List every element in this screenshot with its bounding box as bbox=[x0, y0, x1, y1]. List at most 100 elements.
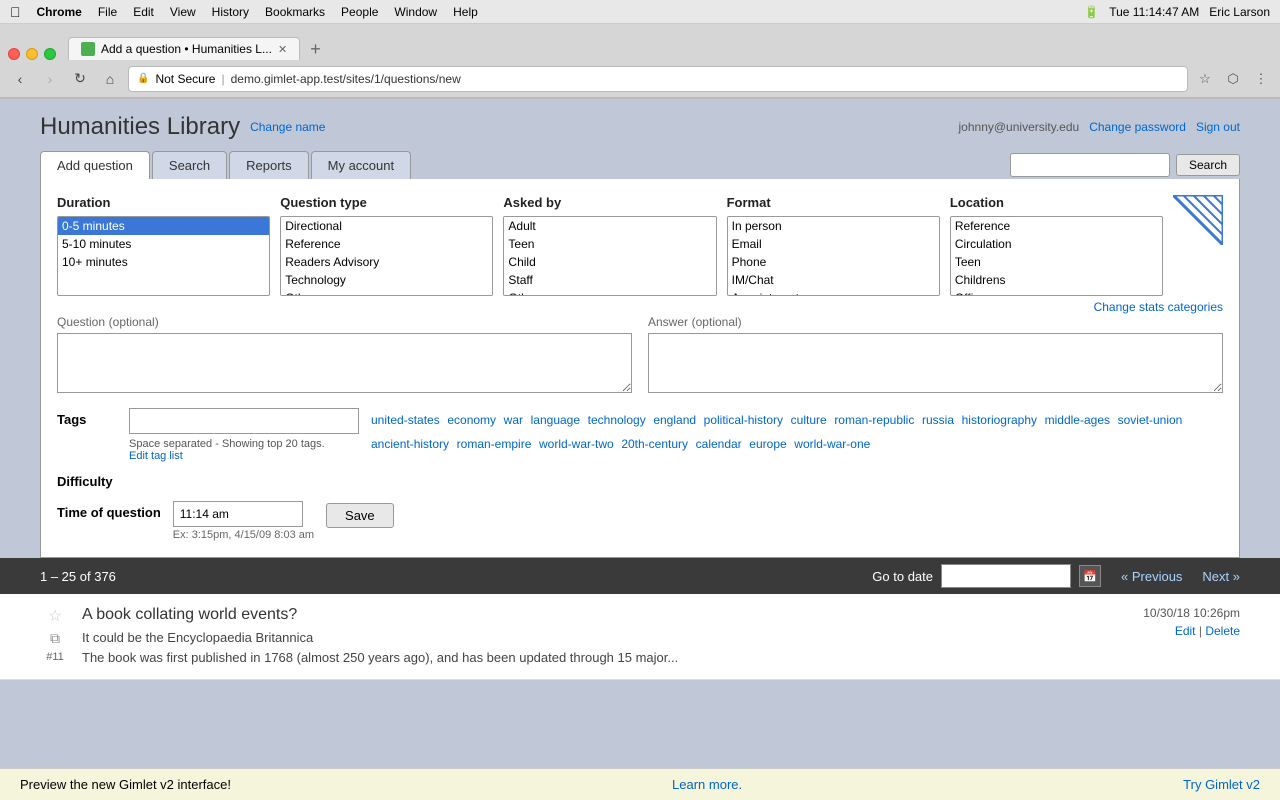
tag-language[interactable]: language bbox=[531, 413, 580, 427]
sign-out-link[interactable]: Sign out bbox=[1196, 120, 1240, 134]
menu-file[interactable]: File bbox=[98, 5, 117, 19]
qa-row: Question (optional) Answer (optional) bbox=[57, 314, 1223, 396]
menu-history[interactable]: History bbox=[212, 5, 249, 19]
tab-close-button[interactable]: ✕ bbox=[278, 43, 287, 56]
traffic-lights bbox=[8, 48, 56, 60]
tag-ancient-history[interactable]: ancient-history bbox=[371, 437, 449, 451]
location-listbox[interactable]: Reference Circulation Teen Childrens Off… bbox=[950, 216, 1163, 296]
asked-by-label: Asked by bbox=[503, 195, 716, 210]
format-listbox[interactable]: In person Email Phone IM/Chat Appointmen… bbox=[727, 216, 940, 296]
tag-united-states[interactable]: united-states bbox=[371, 413, 440, 427]
tag-20th-century[interactable]: 20th-century bbox=[621, 437, 688, 451]
app-header: Humanities Library Change name johnny@un… bbox=[0, 99, 1280, 179]
tab-search[interactable]: Search bbox=[152, 151, 227, 179]
tag-middle-ages[interactable]: middle-ages bbox=[1045, 413, 1110, 427]
change-stats-link[interactable]: Change stats categories bbox=[1094, 300, 1223, 314]
askedby-option-0: Adult bbox=[504, 217, 715, 235]
search-input[interactable] bbox=[1010, 153, 1170, 177]
tag-europe[interactable]: europe bbox=[749, 437, 786, 451]
reload-button[interactable]: ↻ bbox=[68, 67, 92, 91]
tab-add-question[interactable]: Add question bbox=[40, 151, 150, 179]
time-of-question-label: Time of question bbox=[57, 501, 161, 520]
search-button[interactable]: Search bbox=[1176, 154, 1240, 176]
menu-chrome[interactable]: Chrome bbox=[37, 5, 82, 19]
answer-textarea[interactable] bbox=[648, 333, 1223, 393]
menu-help[interactable]: Help bbox=[453, 5, 478, 19]
time-input[interactable] bbox=[173, 501, 303, 527]
edit-tag-list-link[interactable]: Edit tag list bbox=[129, 450, 183, 462]
duration-listbox[interactable]: 0-5 minutes 5-10 minutes 10+ minutes bbox=[57, 216, 270, 296]
asked-by-listbox[interactable]: Adult Teen Child Staff Other bbox=[503, 216, 716, 296]
time-example: Ex: 3:15pm, 4/15/09 8:03 am bbox=[173, 529, 314, 541]
menu-edit[interactable]: Edit bbox=[133, 5, 154, 19]
format-option-3: IM/Chat bbox=[728, 271, 939, 289]
menu-view[interactable]: View bbox=[170, 5, 196, 19]
tag-historiography[interactable]: historiography bbox=[962, 413, 1037, 427]
question-textarea[interactable] bbox=[57, 333, 632, 393]
tag-political-history[interactable]: political-history bbox=[704, 413, 783, 427]
browser-tab[interactable]: Add a question • Humanities L... ✕ bbox=[68, 37, 300, 60]
forward-button[interactable]: › bbox=[38, 67, 62, 91]
tag-soviet-union[interactable]: soviet-union bbox=[1118, 413, 1183, 427]
format-column: Format In person Email Phone IM/Chat App… bbox=[727, 195, 940, 296]
question-type-listbox[interactable]: Directional Reference Readers Advisory T… bbox=[280, 216, 493, 296]
close-window-button[interactable] bbox=[8, 48, 20, 60]
maximize-window-button[interactable] bbox=[44, 48, 56, 60]
corner-decoration bbox=[1173, 195, 1223, 296]
menu-window[interactable]: Window bbox=[394, 5, 437, 19]
askedby-option-3: Staff bbox=[504, 271, 715, 289]
edit-question-link[interactable]: Edit bbox=[1175, 624, 1196, 638]
menu-button[interactable]: ⋮ bbox=[1250, 68, 1272, 90]
duration-label: Duration bbox=[57, 195, 270, 210]
tags-input[interactable] bbox=[129, 408, 359, 434]
bookmark-button[interactable]: ☆ bbox=[1194, 68, 1216, 90]
format-option-4: Appointment bbox=[728, 289, 939, 296]
save-button[interactable]: Save bbox=[326, 503, 394, 528]
tag-roman-republic[interactable]: roman-republic bbox=[834, 413, 914, 427]
tag-roman-empire[interactable]: roman-empire bbox=[457, 437, 532, 451]
question-label: Question (optional) bbox=[57, 314, 632, 329]
extensions-button[interactable]: ⬡ bbox=[1222, 68, 1244, 90]
tag-economy[interactable]: economy bbox=[447, 413, 496, 427]
delete-question-link[interactable]: Delete bbox=[1205, 624, 1240, 638]
goto-date-label: Go to date bbox=[872, 569, 933, 584]
question-edit-links: Edit | Delete bbox=[1143, 624, 1240, 638]
tag-world-war-two[interactable]: world-war-two bbox=[539, 437, 614, 451]
tag-world-war-one[interactable]: world-war-one bbox=[794, 437, 870, 451]
question-type-column: Question type Directional Reference Read… bbox=[280, 195, 493, 296]
calendar-button[interactable]: 📅 bbox=[1079, 565, 1101, 587]
app-title: Humanities Library Change name bbox=[40, 113, 325, 141]
previous-page-link[interactable]: « Previous bbox=[1121, 569, 1182, 584]
tab-reports[interactable]: Reports bbox=[229, 151, 309, 179]
home-button[interactable]: ⌂ bbox=[98, 67, 122, 91]
location-column: Location Reference Circulation Teen Chil… bbox=[950, 195, 1163, 296]
next-page-link[interactable]: Next » bbox=[1202, 569, 1240, 584]
menu-people[interactable]: People bbox=[341, 5, 378, 19]
copy-icon[interactable]: ⧉ bbox=[50, 630, 60, 647]
tag-calendar[interactable]: calendar bbox=[696, 437, 742, 451]
address-bar[interactable]: 🔒 Not Secure | demo.gimlet-app.test/site… bbox=[128, 66, 1188, 92]
change-name-link[interactable]: Change name bbox=[250, 120, 325, 134]
location-label: Location bbox=[950, 195, 1163, 210]
new-tab-button[interactable]: + bbox=[306, 39, 325, 60]
tag-england[interactable]: england bbox=[653, 413, 696, 427]
back-button[interactable]: ‹ bbox=[8, 67, 32, 91]
star-icon[interactable]: ☆ bbox=[48, 606, 62, 626]
tab-my-account[interactable]: My account bbox=[311, 151, 411, 179]
tag-technology[interactable]: technology bbox=[588, 413, 646, 427]
tag-culture[interactable]: culture bbox=[791, 413, 827, 427]
answer-field: Answer (optional) bbox=[648, 314, 1223, 396]
try-gimlet-link[interactable]: Try Gimlet v2 bbox=[1183, 777, 1260, 792]
menu-bookmarks[interactable]: Bookmarks bbox=[265, 5, 325, 19]
minimize-window-button[interactable] bbox=[26, 48, 38, 60]
change-stats-row: Change stats categories bbox=[57, 300, 1223, 314]
change-password-link[interactable]: Change password bbox=[1089, 120, 1186, 134]
tag-russia[interactable]: russia bbox=[922, 413, 954, 427]
qtype-option-3: Technology bbox=[281, 271, 492, 289]
tag-war[interactable]: war bbox=[504, 413, 523, 427]
question-item: ☆ ⧉ #11 A book collating world events? I… bbox=[0, 594, 1280, 680]
nav-bar: Add question Search Reports My account bbox=[40, 151, 411, 179]
goto-date-input[interactable] bbox=[941, 564, 1071, 588]
preview-bar: Preview the new Gimlet v2 interface! Lea… bbox=[0, 768, 1280, 800]
learn-more-link[interactable]: Learn more. bbox=[672, 777, 742, 792]
